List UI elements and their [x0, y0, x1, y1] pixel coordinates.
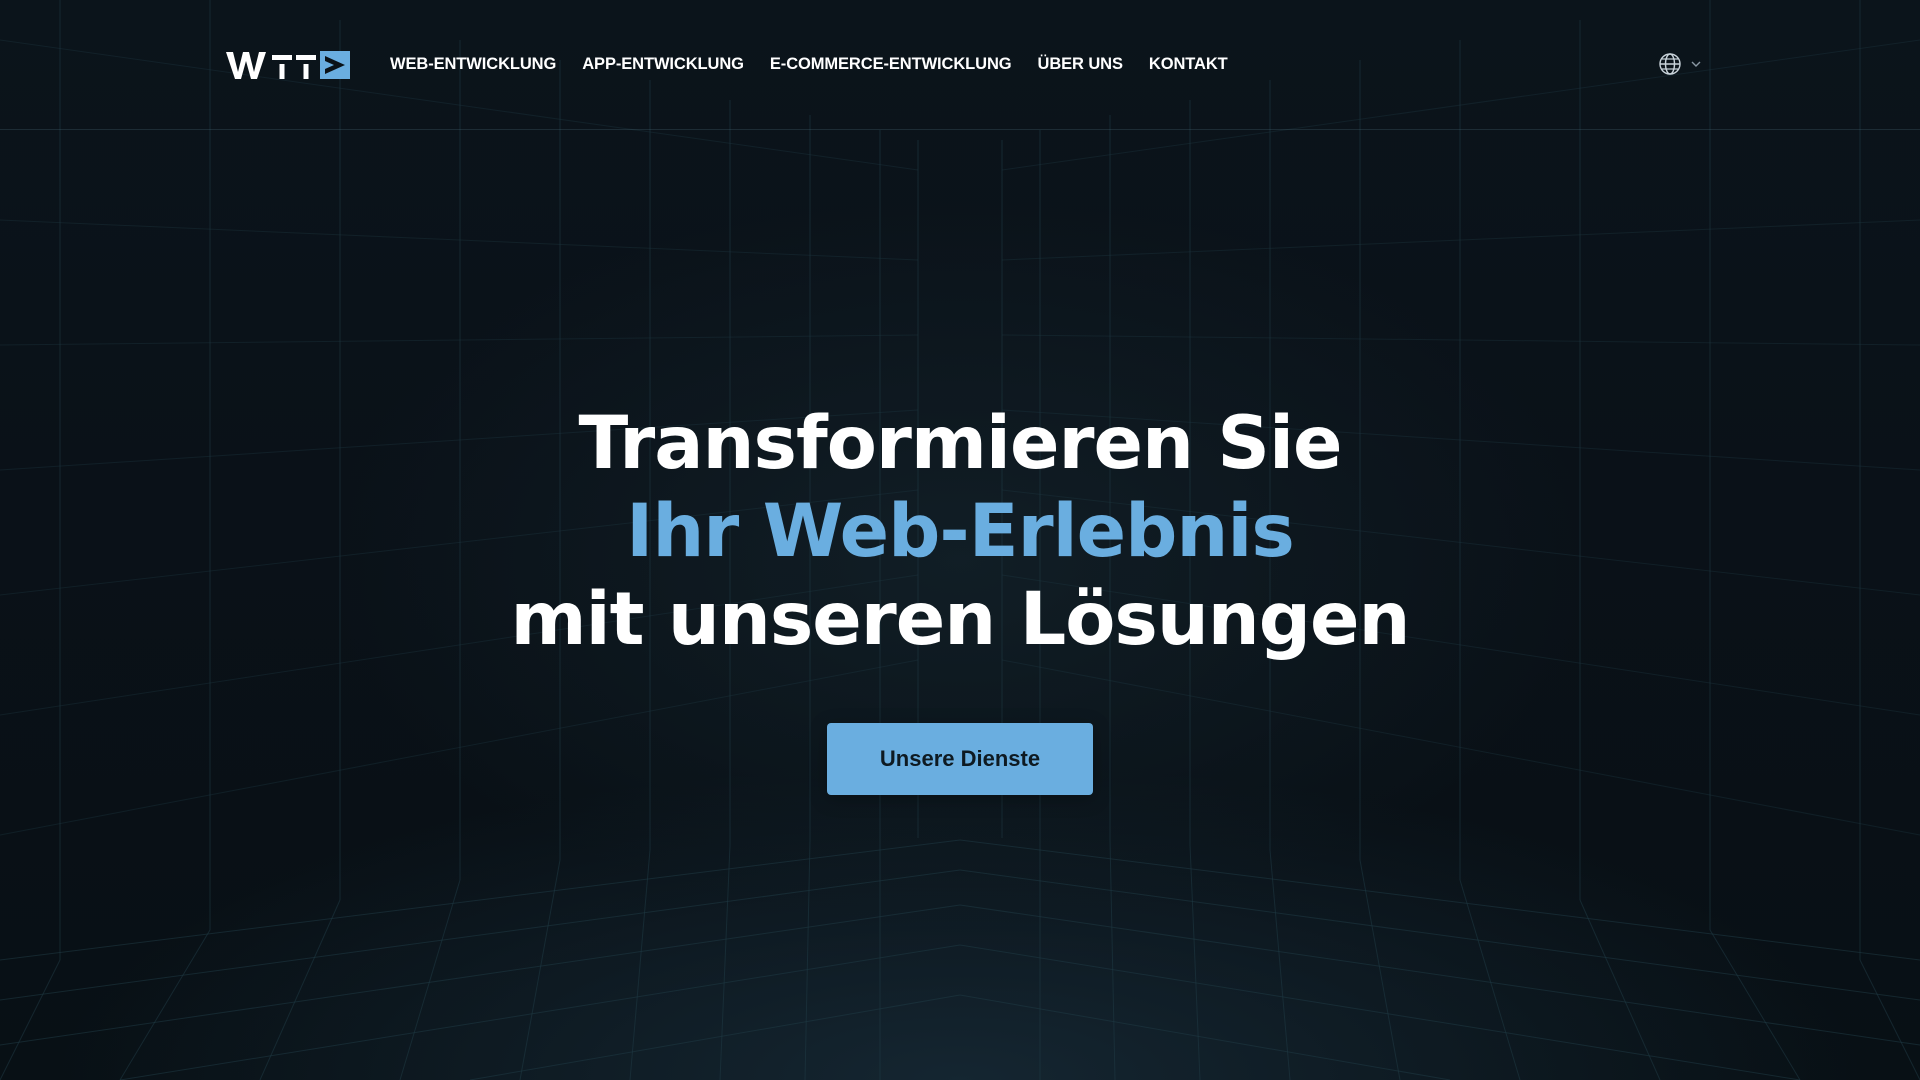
nav-ueber-uns[interactable]: ÜBER UNS	[1038, 55, 1123, 74]
nav-e-commerce-entwicklung[interactable]: E-COMMERCE-ENTWICKLUNG	[770, 55, 1012, 74]
nav-kontakt[interactable]: KONTAKT	[1149, 55, 1228, 74]
globe-icon	[1659, 53, 1681, 75]
nav-app-entwicklung[interactable]: APP-ENTWICKLUNG	[582, 55, 744, 74]
nav-web-entwicklung[interactable]: WEB-ENTWICKLUNG	[390, 55, 556, 74]
logo-mark	[226, 51, 350, 79]
hero-line-1: Transformieren Sie	[578, 401, 1343, 486]
hero-line-3: mit unseren Lösungen	[510, 577, 1411, 662]
hero-line-2: Ihr Web-Erlebnis	[626, 489, 1295, 574]
hero-heading: Transformieren Sie Ihr Web-Erlebnis mit …	[0, 400, 1920, 664]
our-services-button[interactable]: Unsere Dienste	[827, 723, 1093, 795]
main-nav: WEB-ENTWICKLUNG APP-ENTWICKLUNG E-COMMER…	[390, 52, 1228, 76]
logo[interactable]	[226, 48, 350, 82]
site-header: WEB-ENTWICKLUNG APP-ENTWICKLUNG E-COMMER…	[0, 0, 1920, 130]
chevron-down-icon	[1691, 61, 1701, 67]
language-switcher[interactable]	[1658, 52, 1702, 76]
page: WEB-ENTWICKLUNG APP-ENTWICKLUNG E-COMMER…	[0, 0, 1920, 1080]
